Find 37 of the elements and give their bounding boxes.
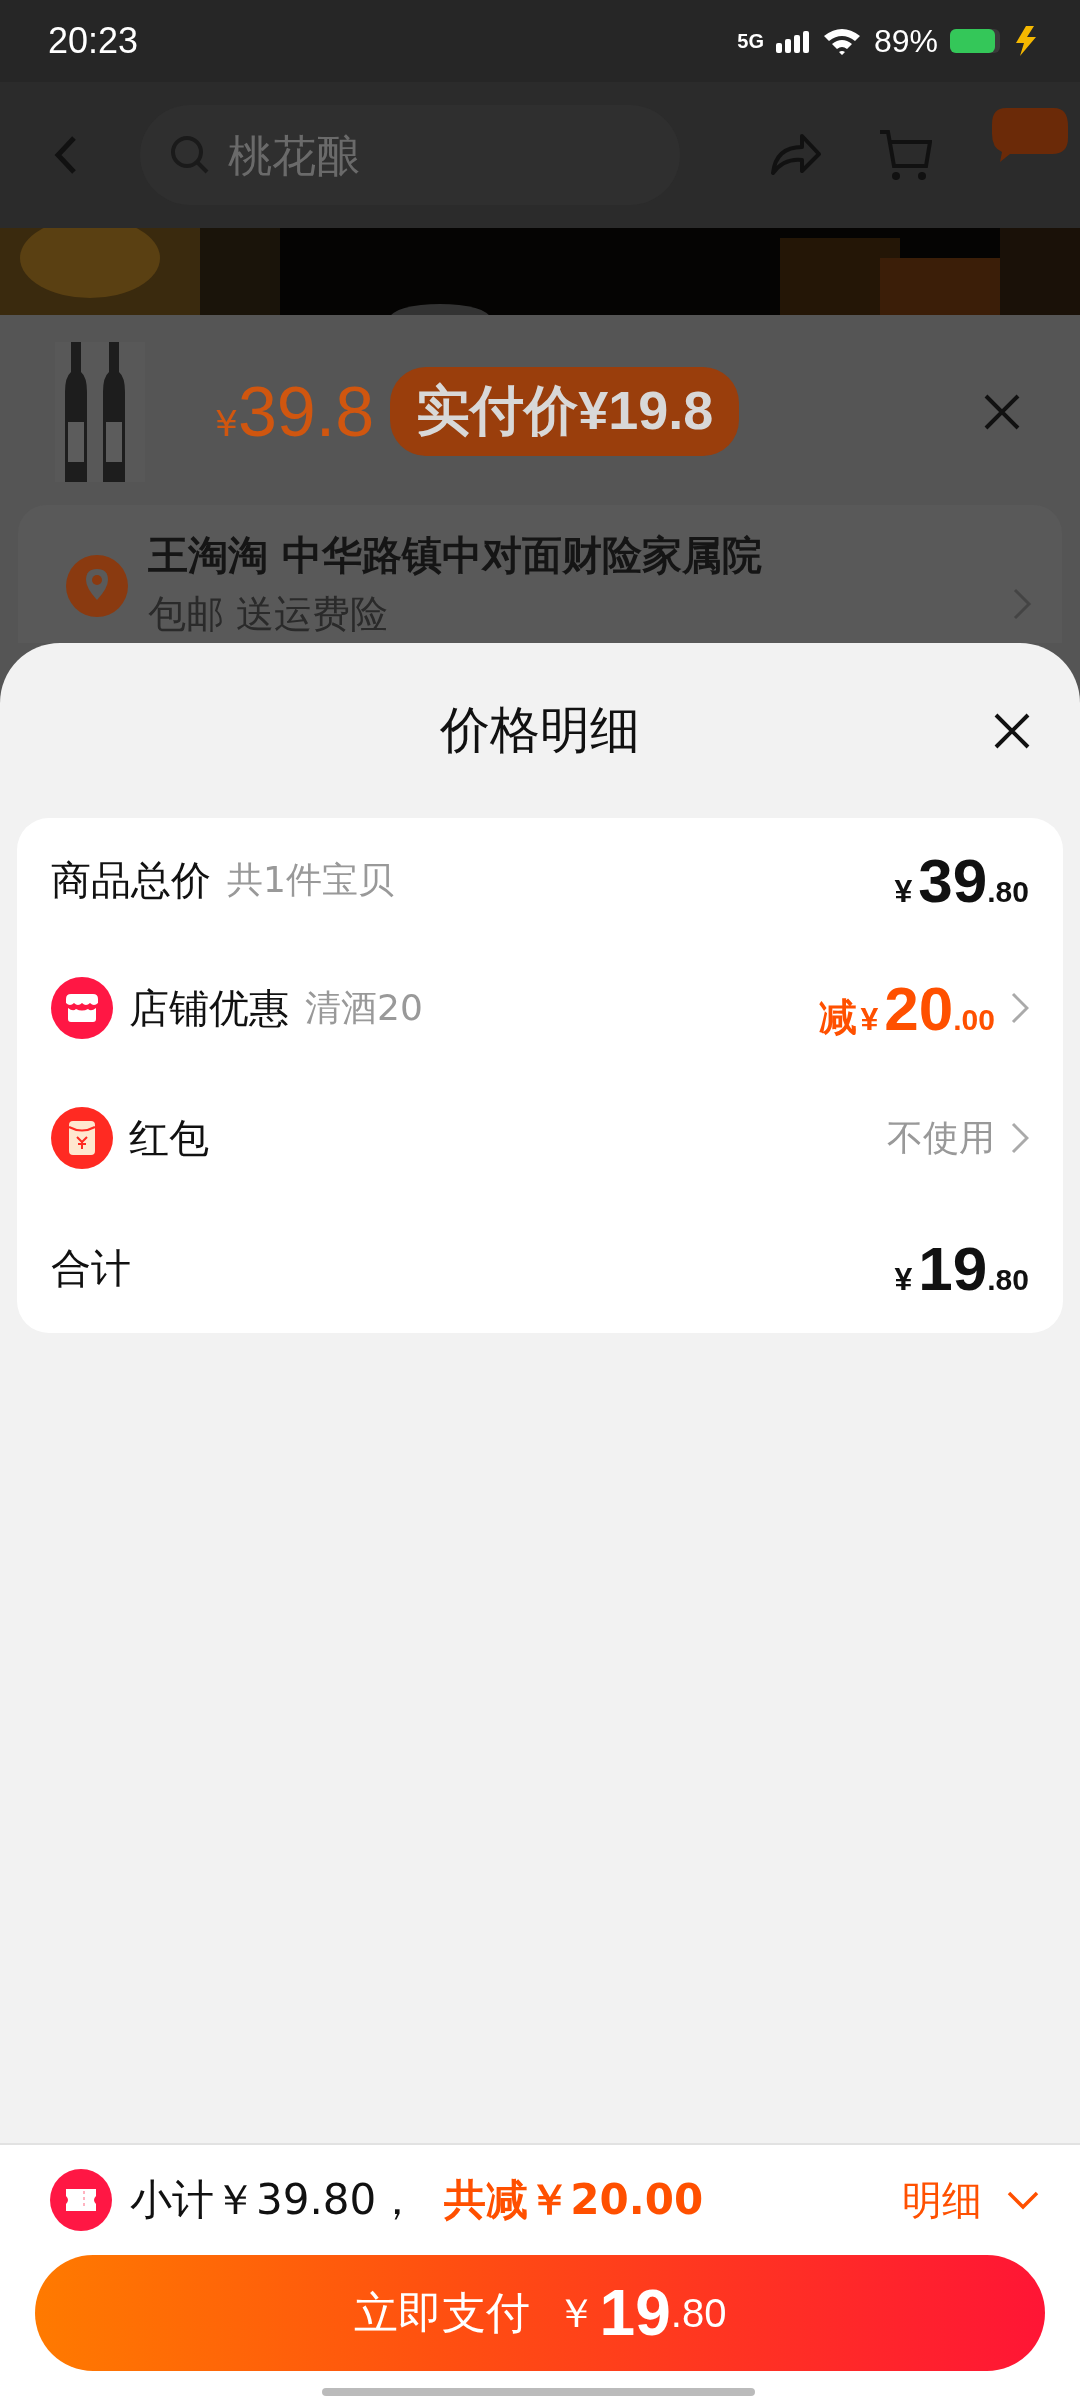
battery-percentage: 89% <box>873 22 938 60</box>
row-label: 商品总价 <box>51 856 211 905</box>
home-indicator[interactable] <box>322 2388 755 2396</box>
battery-icon <box>950 29 1000 53</box>
cart-icon[interactable] <box>878 128 932 182</box>
row-label: 店铺优惠 <box>129 983 289 1033</box>
share-icon[interactable] <box>770 133 822 177</box>
row-note: 清酒20 <box>305 985 423 1030</box>
row-label: 合计 <box>51 1243 131 1293</box>
search-bar[interactable]: 桃花酿 <box>140 105 680 205</box>
product-price: 39.8 <box>237 371 375 452</box>
details-toggle[interactable]: 明细 <box>902 2172 1040 2228</box>
network-label: 5G <box>737 31 764 51</box>
currency-symbol: ¥ <box>215 402 238 444</box>
row-label: 红包 <box>129 1113 209 1163</box>
store-icon <box>51 977 113 1039</box>
location-pin-icon <box>66 555 128 617</box>
discount-total: 共减￥20.00 <box>444 2174 704 2226</box>
chevron-down-icon <box>1006 2190 1040 2210</box>
price-amount: 减¥20.00 <box>818 972 995 1044</box>
chevron-right-icon <box>1011 1122 1029 1154</box>
search-field[interactable]: 桃花酿 <box>228 115 528 195</box>
actual-price-badge: 实付价¥19.8 <box>390 367 740 456</box>
pay-now-button[interactable]: 立即支付 ￥19.80 <box>35 2255 1045 2371</box>
price-amount: ¥19.80 <box>894 1232 1029 1304</box>
subtotal-text: 小计￥39.80， <box>130 2174 419 2226</box>
address-text: 王淘淘 中华路镇中对面财险家属院 <box>148 531 763 580</box>
clock-time: 20:23 <box>48 20 140 62</box>
row-note: 共1件宝贝 <box>227 858 394 902</box>
signal-icon <box>775 29 810 53</box>
price-amount: ¥39.80 <box>894 845 1029 916</box>
close-icon[interactable] <box>994 713 1030 749</box>
option-value[interactable]: 不使用 <box>887 1113 995 1163</box>
chevron-right-icon <box>1011 992 1029 1024</box>
envelope-icon <box>51 1107 113 1169</box>
sheet-title: 价格明细 <box>440 700 640 761</box>
coupon-icon <box>50 2169 112 2231</box>
